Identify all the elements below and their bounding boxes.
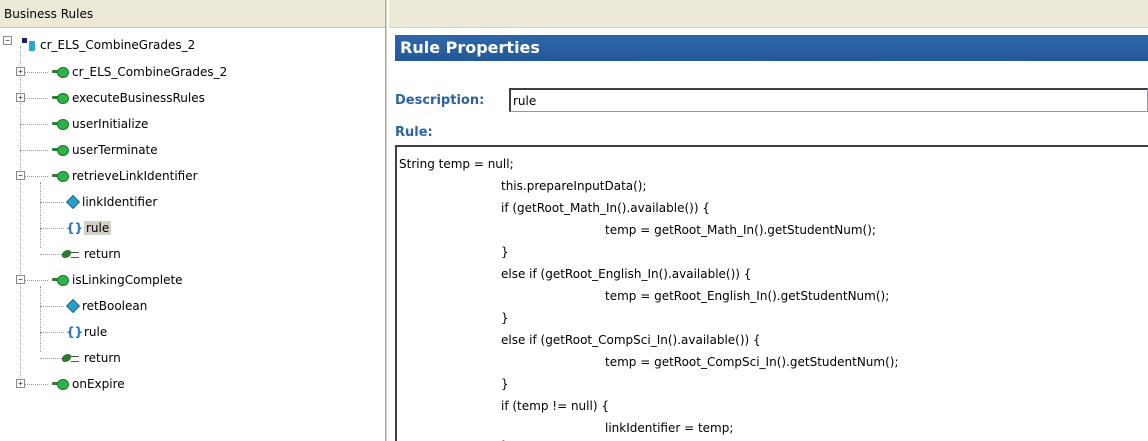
tree-node-retboolean[interactable]: retBoolean [66,295,147,317]
description-label: Description: [395,93,485,108]
tree-node-userinitialize[interactable]: userInitialize [52,113,148,135]
tree-node-label: executeBusinessRules [72,91,205,105]
business-rules-tree[interactable]: − cr_ELS_CombineGrades_2 + cr_ELS_Combin… [0,30,384,441]
tree-connector [40,254,62,255]
collapse-toggle[interactable]: − [16,171,25,180]
tree-connector [24,176,48,177]
tree-node-linkidentifier[interactable]: linkIdentifier [66,191,157,213]
tree-connector [40,182,41,248]
tree-connector [24,384,48,385]
rule-icon [52,274,69,286]
collapse-toggle-root[interactable]: − [3,36,12,45]
parameter-icon [66,196,78,208]
rule-icon [52,378,69,390]
code-line: else if (getRoot_English_In().available(… [501,267,752,281]
code-line: } [501,311,509,325]
project-icon [22,38,36,52]
code-line: if (temp != null) { [501,399,609,413]
tree-node-label: rule [84,221,112,235]
tree-connector [24,280,48,281]
tree-node-islinkingcomplete[interactable]: isLinkingComplete [52,269,183,291]
rule-icon [52,118,69,130]
section-title: Rule Properties [395,35,1148,61]
rule-icon [52,170,69,182]
tree-node-onexpire[interactable]: onExpire [52,373,125,395]
code-line: } [501,245,509,259]
tree-node-return[interactable]: return [62,243,121,265]
tree-node-label: linkIdentifier [82,195,158,209]
tree-node-label: userInitialize [72,117,149,131]
tree-node-label: cr_ELS_CombineGrades_2 [72,65,228,79]
collapse-toggle[interactable]: − [16,275,25,284]
return-icon [62,248,80,260]
tree-node-root[interactable]: cr_ELS_CombineGrades_2 [22,34,195,56]
toolbar-strip [389,0,1148,28]
rule-icon [52,144,69,156]
expand-toggle[interactable]: + [16,67,25,76]
tree-node-label: return [84,351,121,365]
tree-node-return[interactable]: return [62,347,121,369]
tree-node-label: onExpire [72,377,125,391]
rule-code-editor[interactable]: String temp = null; this.prepareInputDat… [395,145,1148,441]
code-line: } [501,377,509,391]
tree-node-rule-selected[interactable]: {} rule [66,217,112,239]
tree-node-cr-els-combinegrades-2[interactable]: cr_ELS_CombineGrades_2 [52,61,227,83]
tree-connector [40,306,64,307]
code-line: else if (getRoot_CompSci_In().available(… [501,333,761,347]
code-line: this.prepareInputData(); [501,179,647,193]
braces-icon: {} [66,221,84,235]
tree-node-userterminate[interactable]: userTerminate [52,139,158,161]
expand-toggle[interactable]: + [16,379,25,388]
tree-node-label: userTerminate [72,143,158,157]
tree-connector [20,150,48,151]
code-line: temp = getRoot_English_In().getStudentNu… [605,289,890,303]
code-line: String temp = null; [399,157,514,171]
code-line: linkIdentifier = temp; [605,421,734,435]
panel-splitter[interactable] [385,0,388,441]
tree-node-executebusinessrules[interactable]: executeBusinessRules [52,87,205,109]
braces-icon: {} [66,325,84,339]
parameter-icon [66,300,78,312]
rule-label: Rule: [395,125,433,140]
code-line: temp = getRoot_Math_In().getStudentNum()… [605,223,876,237]
code-line: temp = getRoot_CompSci_In().getStudentNu… [605,355,899,369]
tree-node-label: retrieveLinkIdentifier [72,169,198,183]
tree-connector [40,332,64,333]
tree-connector [40,228,64,229]
tree-node-rule[interactable]: {} rule [66,321,107,343]
tree-connector [40,358,62,359]
tree-connector [24,98,48,99]
business-rules-panel: Business Rules − cr_ELS_CombineGrades_2 … [0,0,386,441]
code-line: if (getRoot_Math_In().available()) { [501,201,710,215]
tree-connector [40,286,41,352]
panel-title: Business Rules [0,0,386,28]
description-input[interactable] [509,88,1148,112]
tree-connector [40,202,64,203]
rule-icon [52,92,69,104]
tree-node-label: isLinkingComplete [72,273,183,287]
rule-icon [52,66,69,78]
tree-node-label: cr_ELS_CombineGrades_2 [40,38,196,52]
tree-connector [24,72,48,73]
tree-connector [20,124,48,125]
tree-node-label: retBoolean [82,299,148,313]
expand-toggle[interactable]: + [16,93,25,102]
tree-node-label: rule [84,325,108,339]
tree-node-retrievelinkidentifier[interactable]: retrieveLinkIdentifier [52,165,198,187]
return-icon [62,352,80,364]
tree-node-label: return [84,247,121,261]
rule-properties-panel: Rule Properties Description: Rule: Strin… [389,0,1148,441]
